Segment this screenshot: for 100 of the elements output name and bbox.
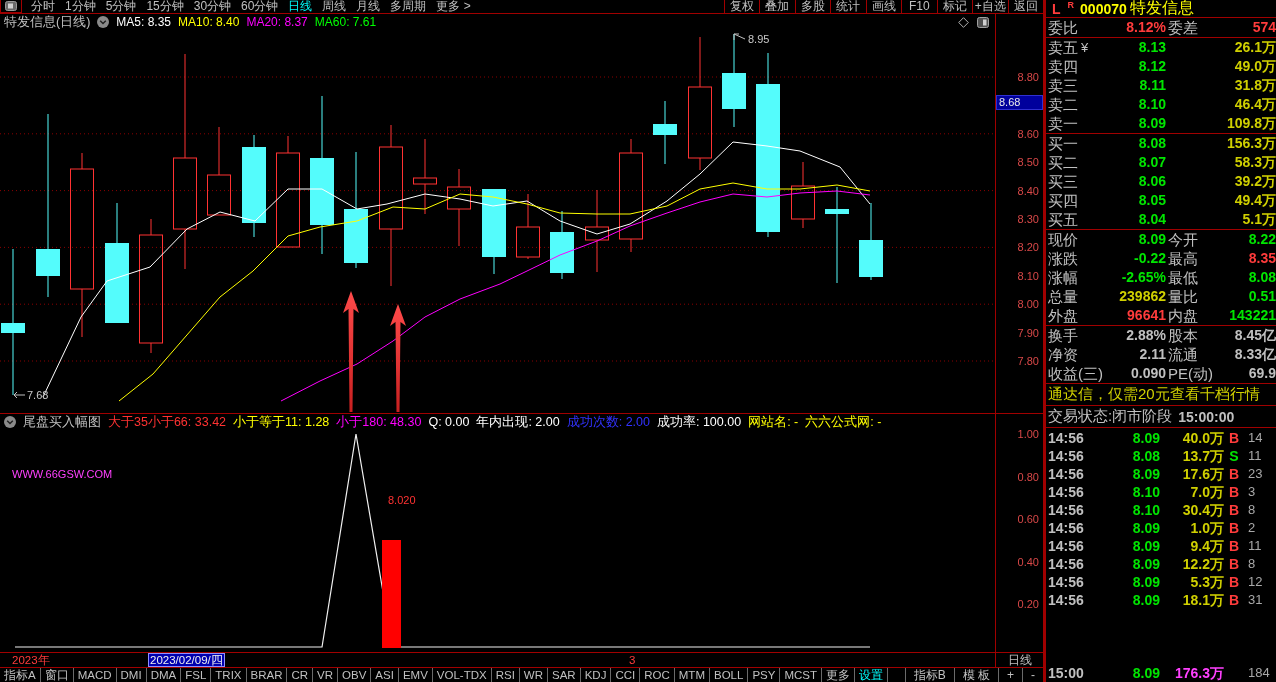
quote-label: 总量 (1048, 287, 1079, 306)
trade-count: 31 (1247, 591, 1264, 609)
price-axis-label: 8.60 (1017, 126, 1039, 141)
price-axis-label: 8.00 (1017, 297, 1039, 312)
period-tab[interactable]: 多周期 (385, 0, 432, 13)
trade-side: B (1227, 429, 1241, 447)
trade-price: 8.10 (1131, 483, 1160, 501)
trade-time: 14:56 (1048, 573, 1085, 591)
period-tab[interactable]: 5分钟 (100, 0, 142, 13)
indicator-value: 六六公式网: - (805, 413, 882, 431)
low-price-label: 7.68 (27, 389, 49, 401)
quote-value: -2.65% (1120, 268, 1166, 287)
period-tab[interactable]: 15分钟 (141, 0, 189, 13)
promo-text[interactable]: 通达信，仅需20元查看千档行情 (1048, 385, 1260, 404)
trade-price: 8.09 (1131, 573, 1160, 591)
hollow-candle (791, 161, 815, 229)
indicator-value: 小于等于11: 1.28 (233, 413, 330, 431)
high-price-label: 8.95 (748, 33, 770, 45)
trade-time: 14:56 (1048, 447, 1085, 465)
period-tab[interactable]: 周线 (317, 0, 352, 13)
quote-value: 8.22 (1247, 230, 1276, 249)
stock-code: 000070 (1080, 0, 1127, 17)
trade-volume: 30.4万 (1181, 501, 1224, 519)
quote-label: 收益(三) (1048, 364, 1104, 383)
trade-price: 8.09 (1131, 591, 1160, 609)
order-level-label: 卖一 (1048, 114, 1078, 133)
trade-count: 8 (1247, 501, 1257, 519)
leader-line (733, 33, 746, 41)
period-tab[interactable]: 更多 > (431, 0, 476, 13)
trade-status-label: 交易状态:闭市阶段 (1048, 407, 1173, 426)
bar-value-label: 8.020 (388, 494, 416, 506)
trade-price: 8.09 (1131, 555, 1160, 573)
trade-price: 8.08 (1131, 447, 1160, 465)
trade-time: 14:56 (1048, 483, 1085, 501)
quote-value: 96641 (1126, 306, 1166, 325)
order-level-label: 卖二 (1048, 95, 1078, 114)
quote-value: 574 (1251, 18, 1276, 37)
quote-label: 涨跌 (1048, 249, 1079, 268)
indicator-title: 尾盘买入幅图 (23, 413, 101, 431)
price-axis-label: 8.30 (1017, 212, 1039, 226)
order-price: 8.11 (1138, 76, 1166, 95)
solid-candle (653, 100, 677, 165)
quote-value: 8.33亿 (1233, 345, 1276, 364)
indicator-value: MA20: 8.37 (246, 15, 308, 29)
order-volume: 49.4万 (1233, 191, 1276, 210)
indicator-value: 小于180: 48.30 (336, 413, 422, 431)
period-tab[interactable]: 1分钟 (60, 0, 101, 13)
quote-label: 外盘 (1048, 306, 1079, 325)
order-volume: 39.2万 (1233, 172, 1276, 191)
trade-count: 8 (1247, 555, 1257, 573)
trade-side: B (1227, 519, 1241, 537)
market-letter: L (1052, 0, 1061, 17)
order-volume: 5.1万 (1241, 210, 1276, 229)
period-tab[interactable]: 月线 (351, 0, 386, 13)
trade-time: 14:56 (1048, 501, 1085, 519)
quote-value: 239862 (1118, 287, 1166, 306)
order-price: 8.09 (1137, 114, 1166, 133)
order-level-label: 买一 (1048, 134, 1078, 153)
indicator-value: 成功次数: 2.00 (566, 413, 650, 431)
trade-volume: 9.4万 (1189, 537, 1224, 555)
panel-toggle-button[interactable] (0, 0, 22, 13)
quote-value: 8.35 (1247, 249, 1276, 268)
diamond-icon[interactable] (958, 16, 969, 28)
price-axis-label: 8.20 (1017, 240, 1039, 255)
trade-count: 3 (1247, 483, 1257, 501)
indicator-value: MA10: 8.40 (178, 15, 240, 29)
quote-label: 今开 (1167, 230, 1199, 249)
trade-count: 11 (1247, 447, 1263, 465)
dropdown-icon (97, 16, 110, 28)
trade-volume: 18.1万 (1181, 591, 1224, 609)
trade-count: 23 (1247, 465, 1264, 483)
panel-icon[interactable] (977, 16, 989, 28)
trade-side: B (1227, 573, 1241, 591)
quote-label: 现价 (1048, 230, 1079, 249)
trade-time: 14:56 (1048, 465, 1085, 483)
period-tab[interactable]: 60分钟 (236, 0, 284, 13)
trade-time: 14:56 (1048, 537, 1085, 555)
order-price: 8.12 (1137, 57, 1166, 76)
period-tab[interactable]: 分时 (26, 0, 60, 13)
quote-label: 最高 (1167, 249, 1199, 268)
period-tab[interactable]: 日线 (283, 0, 318, 13)
quote-value: 8.45亿 (1233, 326, 1276, 345)
order-level-label: 卖三 (1048, 76, 1078, 95)
period-tab[interactable]: 30分钟 (188, 0, 237, 13)
trade-count: 11 (1247, 537, 1263, 555)
trade-volume: 12.2万 (1181, 555, 1224, 573)
order-price: 8.04 (1137, 210, 1166, 229)
quote-label: 最低 (1167, 268, 1199, 287)
quote-label: 涨幅 (1048, 268, 1079, 287)
price-axis-label: 7.90 (1017, 325, 1039, 340)
toolbar-button[interactable]: +自选 (972, 0, 1008, 13)
trade-price: 8.09 (1131, 429, 1160, 447)
quote-label: 内盘 (1167, 306, 1199, 325)
indicator-value: 网站名: - (748, 413, 799, 431)
quote-label: 股本 (1167, 326, 1199, 345)
trade-time: 14:56 (1048, 429, 1085, 447)
quote-label: 换手 (1048, 326, 1079, 345)
order-level-label: 买二 (1048, 153, 1078, 172)
order-price: 8.13 (1137, 38, 1166, 57)
quote-label: 流通 (1167, 345, 1199, 364)
